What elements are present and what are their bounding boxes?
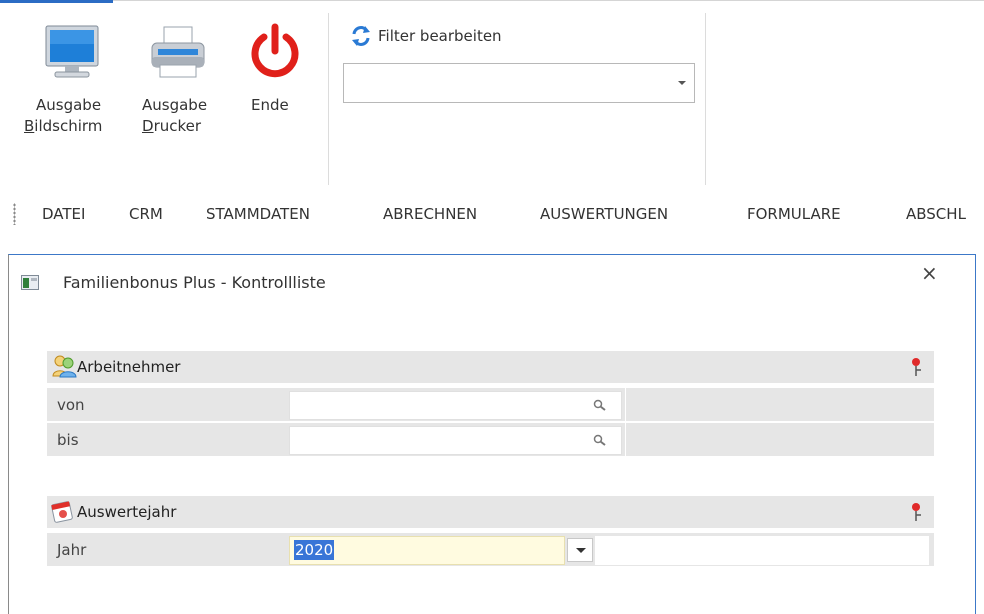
menu-bar: DATEI CRM STAMMDATEN ABRECHNEN AUSWERTUN… [0,196,984,232]
menu-abrechnen[interactable]: ABRECHNEN [383,205,477,223]
ausgabe-bildschirm-line2-rest: ildschirm [34,117,103,135]
menu-auswertungen[interactable]: AUSWERTUNGEN [540,205,668,223]
users-icon [52,355,77,378]
chevron-down-icon [576,548,586,553]
row-divider [625,388,626,422]
toolbar-grip-icon[interactable] [13,203,16,225]
jahr-row-filler [595,536,929,565]
menu-crm[interactable]: CRM [129,205,163,223]
window-icon [21,275,39,290]
ribbon-top-border [113,0,984,1]
filter-refresh-icon [352,26,370,46]
search-icon[interactable] [593,434,607,446]
chevron-down-icon [678,81,686,85]
calendar-icon [51,501,73,523]
ende-label: Ende [251,96,289,114]
monitor-icon [45,25,99,78]
ausgabe-drucker-button[interactable]: Ausgabe Drucker [138,13,228,158]
kontrollliste-dialog: Familienbonus Plus - Kontrollliste × Arb… [8,254,976,614]
ausgabe-drucker-line2: Drucker [142,117,201,135]
menu-datei[interactable]: DATEI [42,205,85,223]
pin-icon[interactable] [910,357,922,377]
ausgabe-bildschirm-line2: Bildschirm [24,117,102,135]
jahr-value: 2020 [294,540,335,560]
power-icon [251,23,299,78]
jahr-input[interactable]: 2020 [289,536,565,565]
group-auswertejahr-title: Auswertejahr [77,503,177,521]
ribbon: Ausgabe Bildschirm Ausgabe Drucker Ende … [0,3,984,189]
row-divider [625,423,626,457]
ende-button[interactable]: Ende [240,13,310,158]
group-arbeitnehmer-header[interactable]: Arbeitnehmer [47,351,934,383]
ausgabe-drucker-line2-rest: rucker [153,117,202,135]
jahr-label: Jahr [57,541,87,559]
group-arbeitnehmer-title: Arbeitnehmer [77,358,181,376]
menu-abschluss[interactable]: ABSCHL [906,205,966,223]
menu-formulare[interactable]: FORMULARE [747,205,841,223]
bis-label: bis [57,431,79,449]
ausgabe-bildschirm-button[interactable]: Ausgabe Bildschirm [24,13,134,158]
pin-icon[interactable] [910,502,922,522]
dialog-title: Familienbonus Plus - Kontrollliste [63,273,326,292]
close-icon[interactable]: × [921,261,938,285]
search-icon[interactable] [593,399,607,411]
ribbon-separator [328,13,329,185]
group-auswertejahr-header[interactable]: Auswertejahr [47,496,934,528]
printer-icon [151,26,205,78]
row-bis: bis [47,422,934,457]
mnemonic-d: D [142,117,154,135]
ribbon-separator-2 [705,13,706,185]
bis-input[interactable] [289,426,622,455]
filter-combobox[interactable] [343,63,695,103]
menu-stammdaten[interactable]: STAMMDATEN [206,205,310,223]
mnemonic-b: B [24,117,35,135]
von-input[interactable] [289,391,622,420]
filter-bearbeiten-button[interactable]: Filter bearbeiten [350,25,502,47]
filter-bearbeiten-label: Filter bearbeiten [378,27,502,45]
row-von: von [47,387,934,422]
row-jahr: Jahr 2020 [47,532,934,566]
von-label: von [57,396,85,414]
ausgabe-drucker-line1: Ausgabe [142,96,208,114]
ausgabe-bildschirm-line1: Ausgabe [36,96,102,114]
jahr-dropdown-button[interactable] [567,538,593,562]
